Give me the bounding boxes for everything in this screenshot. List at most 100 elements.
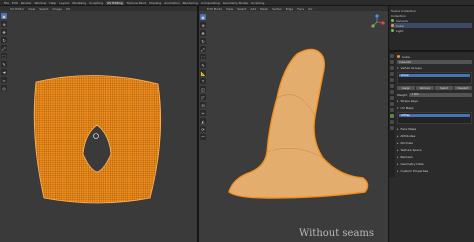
vp-menu-vertex[interactable]: Vertex	[272, 7, 282, 11]
grab-tool-icon[interactable]: ☚	[1, 69, 7, 75]
relax-tool-icon[interactable]: ≈	[1, 77, 7, 83]
list-item[interactable]: Group	[399, 74, 470, 77]
scene-tab-icon[interactable]	[390, 72, 394, 76]
assign-button[interactable]: Assign	[397, 86, 415, 90]
annotate-tool-icon[interactable]: ✎	[1, 61, 7, 67]
tab-uv-editing[interactable]: UV Editing	[106, 0, 124, 5]
vp-bevel-tool-icon[interactable]: ◸	[200, 94, 206, 100]
world-tab-icon[interactable]	[390, 78, 394, 82]
attributes-panel[interactable]: ▸ Attributes	[397, 133, 472, 138]
face-maps-panel[interactable]: ▸ Face Maps	[397, 126, 472, 131]
move-tool-icon[interactable]: ✥	[1, 29, 7, 35]
vp-select-tool-icon[interactable]: ▣	[200, 14, 206, 20]
normals-panel[interactable]: ▸ Normals	[397, 140, 472, 145]
vp-menu-view[interactable]: View	[226, 7, 233, 11]
texture-space-panel[interactable]: ▸ Texture Space	[397, 147, 472, 152]
collapse-icon: ▸	[397, 126, 399, 131]
uv-editor-area[interactable]: UV Editor View Select Image UV ▣ ⊕ ✥ ↻ ⤢…	[0, 6, 197, 242]
rotate-tool-icon[interactable]: ↻	[1, 37, 7, 43]
geometry-data-panel[interactable]: ▸ Geometry Data	[397, 161, 472, 166]
vp-annotate-tool-icon[interactable]: ✎	[200, 62, 206, 68]
menu-window[interactable]: Window	[35, 1, 47, 5]
vertex-group-list[interactable]: Group	[397, 72, 472, 84]
menu-file[interactable]: File	[4, 1, 9, 5]
uv-island	[30, 66, 170, 211]
tab-shading[interactable]: Shading	[149, 1, 161, 5]
mesh-data-tab-icon[interactable]	[390, 114, 394, 118]
mesh-icon	[397, 55, 400, 58]
particles-tab-icon[interactable]	[390, 96, 394, 100]
vp-spin-tool-icon[interactable]: ⟳	[200, 126, 206, 132]
output-tab-icon[interactable]	[390, 66, 394, 70]
tab-sculpting[interactable]: Sculpting	[89, 1, 103, 5]
vp-menu-select[interactable]: Select	[237, 7, 246, 11]
material-tab-icon[interactable]	[390, 120, 394, 124]
vertex-groups-panel[interactable]: ▾ Vertex Groups	[397, 65, 472, 70]
menu-edit[interactable]: Edit	[12, 1, 18, 5]
transform-tool-icon[interactable]: ⬚	[1, 53, 7, 59]
vp-rotate-tool-icon[interactable]: ↻	[200, 38, 206, 44]
uv-menu-uv[interactable]: UV	[66, 7, 70, 11]
vp-menu-add[interactable]: Add	[250, 7, 256, 11]
vp-transform-tool-icon[interactable]: ⬚	[200, 54, 206, 60]
render-tab-icon[interactable]	[390, 60, 394, 64]
outliner-row[interactable]: Light	[391, 28, 472, 33]
shape-keys-panel[interactable]: ▸ Shape Keys	[397, 98, 472, 103]
custom-properties-panel[interactable]: ▸ Custom Properties	[397, 168, 472, 173]
vp-measure-tool-icon[interactable]: 📐	[200, 70, 206, 76]
tab-layout[interactable]: Layout	[59, 1, 69, 5]
uv-map-list[interactable]: UVMap	[397, 112, 472, 124]
vp-extrude-tool-icon[interactable]: ⇡	[200, 78, 206, 84]
properties-area: Scene Collection Collection Camera Cube …	[388, 6, 474, 242]
uv-menu-image[interactable]: Image	[52, 7, 61, 11]
navigation-gizmo-icon[interactable]	[369, 14, 385, 30]
menu-render[interactable]: Render	[21, 1, 32, 5]
tab-animation[interactable]: Animation	[164, 1, 179, 5]
vp-menu-uv[interactable]: UV	[308, 7, 312, 11]
3d-viewport[interactable]: Edit Mode View Select Add Mesh Vertex Ed…	[199, 6, 388, 242]
modifier-tab-icon[interactable]	[390, 90, 394, 94]
select-tool-icon[interactable]: ▣	[1, 13, 7, 19]
uv-canvas[interactable]	[0, 6, 197, 242]
uv-editor-type[interactable]: UV Editor	[10, 7, 24, 11]
tab-modeling[interactable]: Modeling	[72, 1, 86, 5]
tab-rendering[interactable]: Rendering	[183, 1, 198, 5]
tab-scripting[interactable]: Scripting	[251, 1, 264, 5]
pinch-tool-icon[interactable]: ◎	[1, 85, 7, 91]
mesh-name-field[interactable]: Cube.001	[397, 60, 472, 64]
remesh-panel[interactable]: ▸ Remesh	[397, 154, 472, 159]
vp-scale-tool-icon[interactable]: ⤢	[200, 46, 206, 52]
cursor-tool-icon[interactable]: ⊕	[1, 21, 7, 27]
uv-maps-panel[interactable]: ▾ UV Maps	[397, 105, 472, 110]
texture-tab-icon[interactable]	[390, 126, 394, 130]
deselect-button[interactable]: Deselect	[454, 86, 472, 90]
menu-help[interactable]: Help	[49, 1, 56, 5]
physics-tab-icon[interactable]	[390, 102, 394, 106]
vp-loopcut-tool-icon[interactable]: ⊟	[200, 102, 206, 108]
uv-menu-select[interactable]: Select	[39, 7, 48, 11]
expand-icon: ▾	[397, 65, 399, 70]
vp-knife-tool-icon[interactable]: ✂	[200, 110, 206, 116]
tab-geometry-nodes[interactable]: Geometry Nodes	[223, 1, 248, 5]
tool-tab-icon[interactable]	[390, 54, 394, 58]
vp-menu-edge[interactable]: Edge	[286, 7, 294, 11]
vp-menu-mesh[interactable]: Mesh	[260, 7, 268, 11]
vp-polybuild-tool-icon[interactable]: ◭	[200, 118, 206, 124]
uv-menu-view[interactable]: View	[28, 7, 35, 11]
weight-field[interactable]: 1.000	[409, 92, 472, 97]
list-item[interactable]: UVMap	[399, 114, 470, 117]
remove-button[interactable]: Remove	[416, 86, 434, 90]
vp-smooth-tool-icon[interactable]: 〜	[200, 134, 206, 140]
mode-select[interactable]: Edit Mode	[207, 7, 222, 11]
vp-inset-tool-icon[interactable]: ◫	[200, 86, 206, 92]
vp-move-tool-icon[interactable]: ✥	[200, 30, 206, 36]
constraints-tab-icon[interactable]	[390, 108, 394, 112]
scale-tool-icon[interactable]: ⤢	[1, 45, 7, 51]
select-button[interactable]: Select	[435, 86, 453, 90]
vp-menu-face[interactable]: Face	[297, 7, 304, 11]
viewport-canvas[interactable]	[199, 6, 388, 242]
vp-cursor-tool-icon[interactable]: ⊕	[200, 22, 206, 28]
tab-compositing[interactable]: Compositing	[201, 1, 220, 5]
tab-texture-paint[interactable]: Texture Paint	[127, 1, 146, 5]
object-tab-icon[interactable]	[390, 84, 394, 88]
